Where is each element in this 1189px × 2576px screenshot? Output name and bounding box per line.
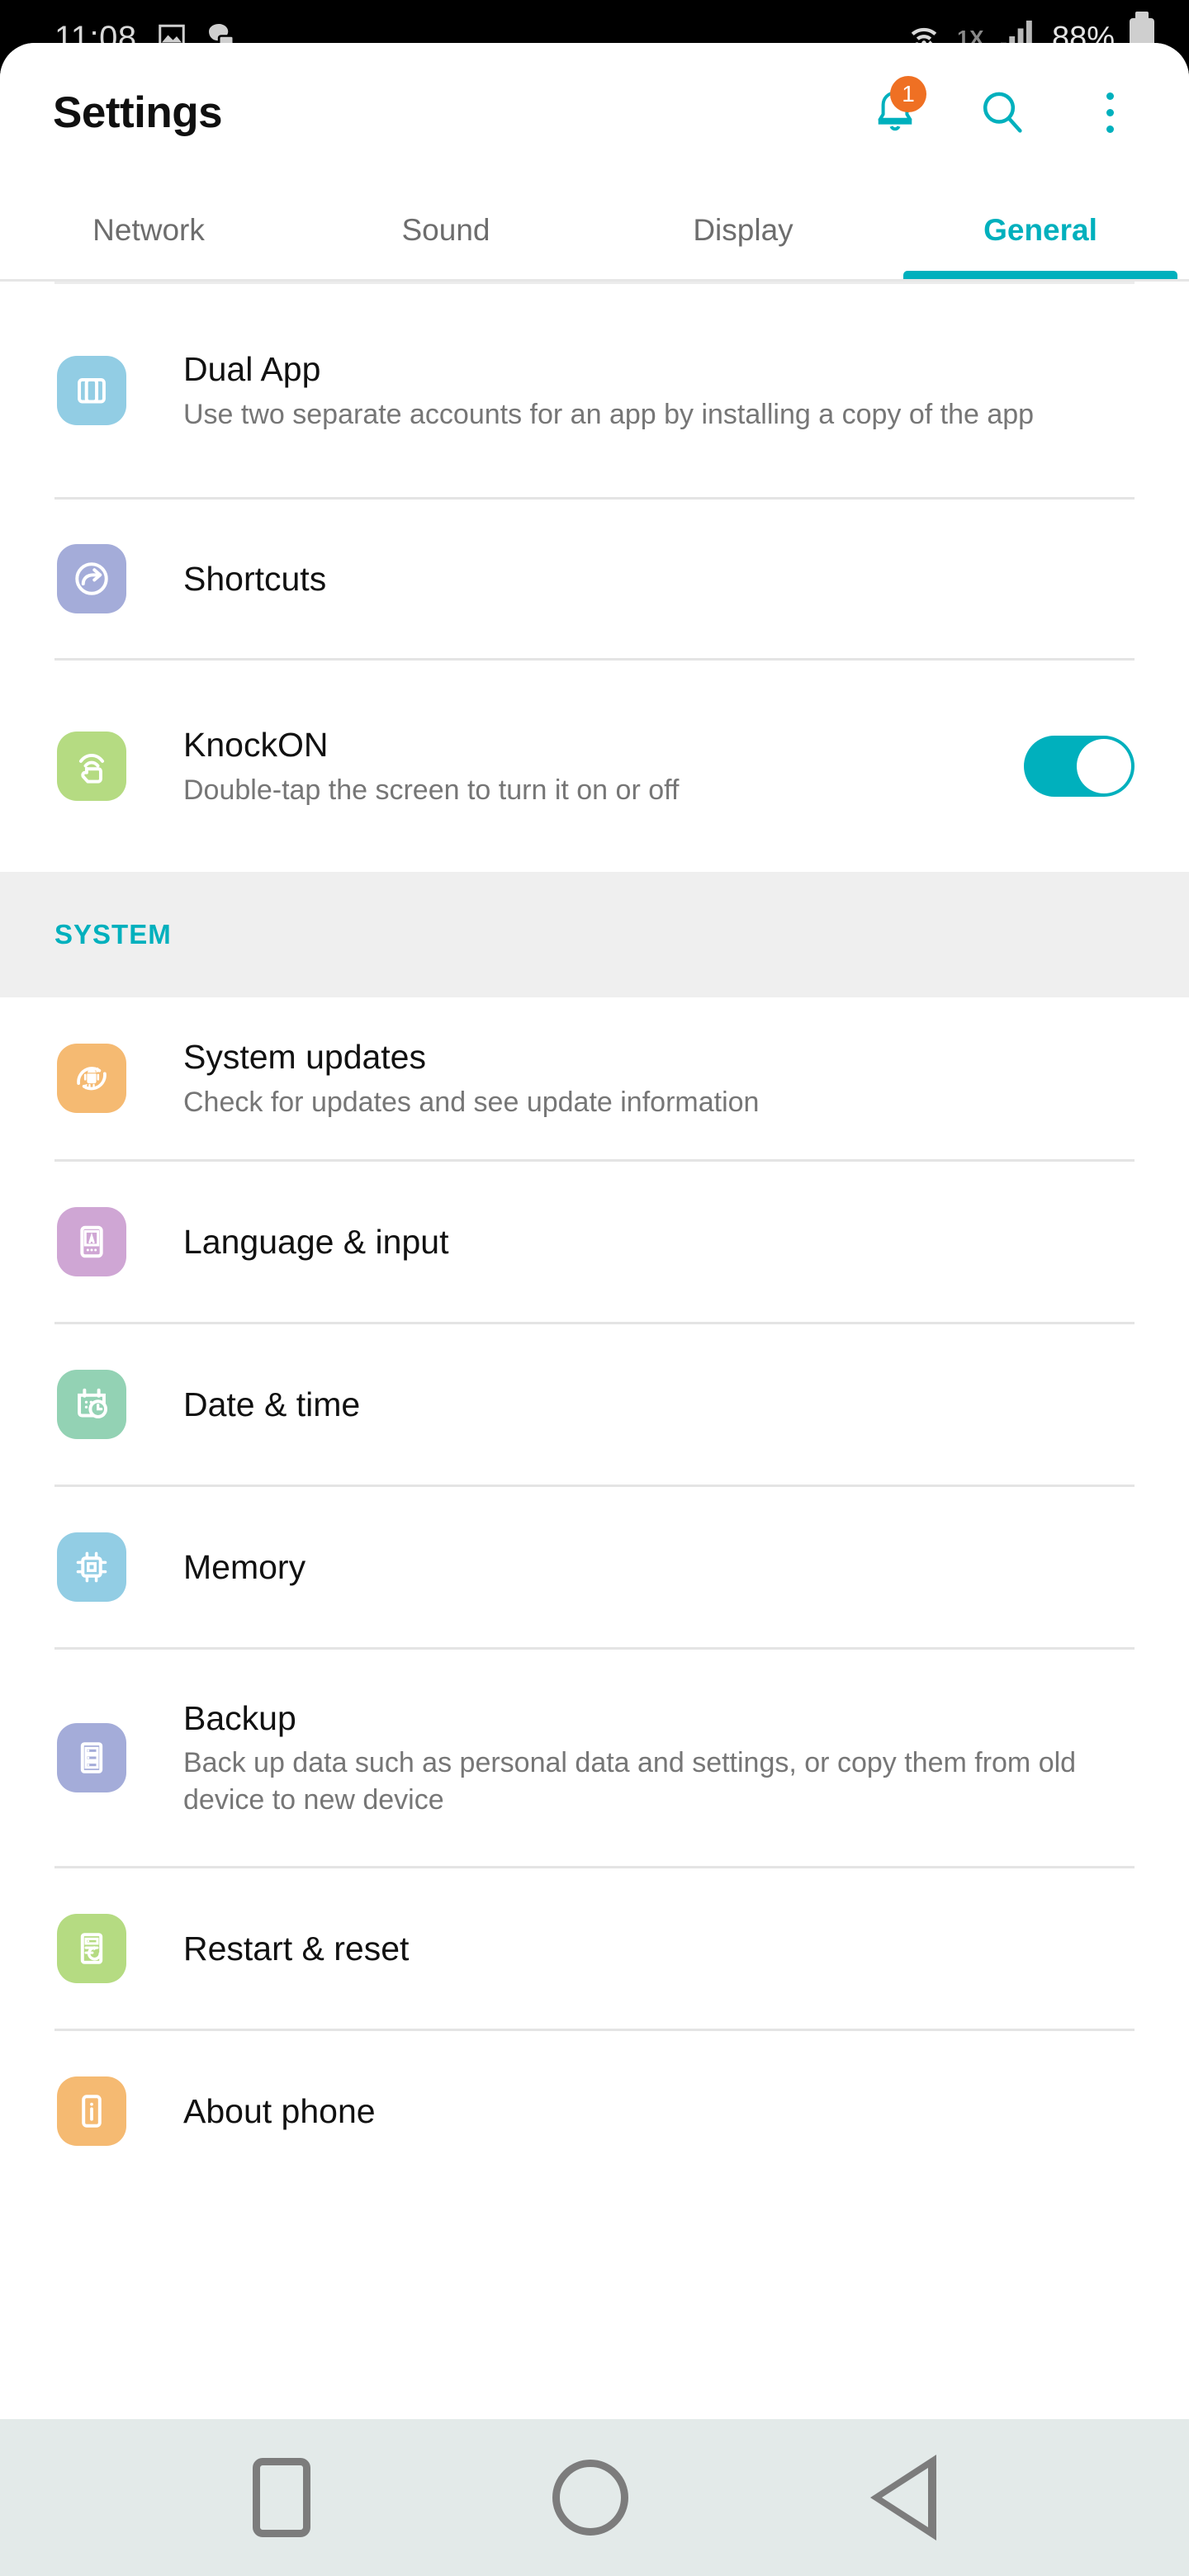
icon-slot	[0, 1914, 183, 1983]
tab-general[interactable]: General	[892, 182, 1189, 279]
list-item-title: Memory	[183, 1547, 306, 1586]
about-phone-info-icon	[57, 2076, 126, 2146]
tab-sound[interactable]: Sound	[297, 182, 594, 279]
list-item-knockon[interactable]: KnockON Double-tap the screen to turn it…	[0, 661, 1189, 872]
toggle-knob	[1077, 739, 1131, 793]
list-item-title: Date & time	[183, 1385, 361, 1423]
list-item-title: Dual App	[183, 350, 321, 389]
icon-slot	[0, 356, 183, 425]
notification-badge: 1	[890, 76, 926, 112]
icon-slot	[0, 1370, 183, 1439]
tab-bar: Network Sound Display General	[0, 182, 1189, 279]
phone-screen: 11:08 1X 88% Settings 1 Network Sound Di…	[0, 0, 1189, 2576]
list-item-language-input[interactable]: Language & input	[0, 1162, 1189, 1322]
list-item-title: KnockON	[183, 726, 329, 765]
list-item-title: Language & input	[183, 1222, 449, 1261]
back-button[interactable]	[869, 2455, 936, 2540]
list-item-text: Date & time	[183, 1383, 1135, 1426]
list-item-text: Shortcuts	[183, 557, 1135, 600]
list-item-text: Restart & reset	[183, 1927, 1135, 1970]
list-item-text: Dual App Use two separate accounts for a…	[183, 348, 1135, 433]
icon-slot	[0, 2076, 183, 2146]
app-bar: Settings 1	[0, 43, 1189, 182]
list-item-restart-reset[interactable]: Restart & reset	[0, 1868, 1189, 2029]
list-item-title: Backup	[183, 1698, 296, 1737]
search-button[interactable]	[969, 79, 1035, 145]
notifications-button[interactable]: 1	[862, 76, 928, 145]
page-title: Settings	[53, 88, 223, 137]
language-input-icon	[57, 1207, 126, 1276]
restart-reset-icon	[57, 1914, 126, 1983]
search-icon	[983, 92, 1022, 133]
icon-slot	[0, 1044, 183, 1113]
list-item-system-updates[interactable]: System updates Check for updates and see…	[0, 997, 1189, 1159]
overflow-menu-icon	[1106, 92, 1114, 133]
list-item-description: Back up data such as personal data and s…	[183, 1747, 1077, 1816]
list-item-text: Memory	[183, 1546, 1135, 1589]
settings-app: Settings 1 Network Sound Display General…	[0, 43, 1189, 2576]
list-item-title: Restart & reset	[183, 1929, 410, 1968]
recents-button[interactable]	[253, 2458, 311, 2537]
list-item-title: Shortcuts	[183, 559, 327, 598]
tab-network[interactable]: Network	[0, 182, 297, 279]
icon-slot	[0, 1207, 183, 1276]
section-header-system: SYSTEM	[0, 872, 1189, 997]
list-item-title: System updates	[183, 1038, 426, 1077]
settings-list: Dual App Use two separate accounts for a…	[0, 284, 1189, 2191]
list-item-dual-app[interactable]: Dual App Use two separate accounts for a…	[0, 284, 1189, 497]
home-button[interactable]	[552, 2460, 628, 2536]
list-item-about-phone[interactable]: About phone	[0, 2031, 1189, 2191]
list-item-description: Use two separate accounts for an app by …	[183, 398, 1035, 430]
list-item-text: About phone	[183, 2090, 1135, 2133]
memory-chip-icon	[57, 1532, 126, 1602]
list-item-description: Double-tap the screen to turn it on or o…	[183, 774, 680, 806]
tab-display[interactable]: Display	[594, 182, 892, 279]
list-item-text: Backup Back up data such as personal dat…	[183, 1697, 1135, 1820]
list-item-description: Check for updates and see update informa…	[183, 1086, 760, 1118]
list-item-text: KnockON Double-tap the screen to turn it…	[183, 723, 1024, 809]
icon-slot	[0, 544, 183, 613]
app-bar-actions: 1	[862, 76, 1143, 145]
list-item-title: About phone	[183, 2091, 376, 2130]
date-time-calendar-clock-icon	[57, 1370, 126, 1439]
system-update-android-icon	[57, 1044, 126, 1113]
dual-app-icon	[57, 356, 126, 425]
list-item-backup[interactable]: Backup Back up data such as personal dat…	[0, 1650, 1189, 1866]
list-item-memory[interactable]: Memory	[0, 1487, 1189, 1647]
more-options-button[interactable]	[1077, 79, 1143, 145]
icon-slot	[0, 732, 183, 801]
list-item-date-time[interactable]: Date & time	[0, 1324, 1189, 1485]
icon-slot	[0, 1723, 183, 1792]
backup-server-icon	[57, 1723, 126, 1792]
list-item-text: Language & input	[183, 1220, 1135, 1263]
section-header-label: SYSTEM	[54, 919, 172, 949]
navigation-bar	[0, 2419, 1189, 2576]
list-item-shortcuts[interactable]: Shortcuts	[0, 500, 1189, 658]
shortcuts-arrow-icon	[57, 544, 126, 613]
icon-slot	[0, 1532, 183, 1602]
knock-on-tap-icon	[57, 732, 126, 801]
list-item-text: System updates Check for updates and see…	[183, 1035, 1135, 1121]
knockon-toggle[interactable]	[1024, 736, 1135, 797]
